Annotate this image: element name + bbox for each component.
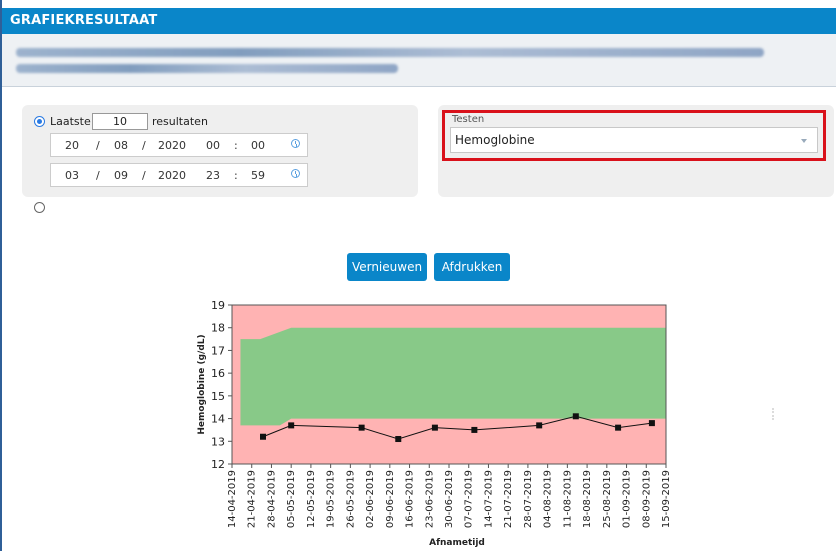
x-tick-label: 14-07-2019 [483, 470, 494, 528]
y-tick-label: 14 [211, 413, 225, 426]
data-point [260, 433, 266, 440]
y-tick-label: 15 [211, 390, 225, 403]
x-axis-label: Afnametijd [429, 538, 485, 548]
y-tick-label: 18 [211, 322, 225, 335]
data-point [431, 424, 438, 431]
data-point [572, 413, 579, 420]
y-tick-label: 13 [211, 435, 225, 448]
reference-range-band [240, 327, 667, 426]
x-tick-label: 11-08-2019 [562, 470, 573, 528]
x-tick-label: 14-04-2019 [227, 470, 238, 528]
x-tick-label: 21-04-2019 [247, 470, 258, 528]
data-point [536, 422, 543, 429]
x-tick-label: 28-04-2019 [266, 470, 277, 528]
y-axis-label: Hemoglobine (g/dL) [197, 334, 207, 434]
data-point [358, 424, 365, 431]
x-tick-label: 23-06-2019 [424, 470, 435, 528]
y-tick-label: 12 [211, 458, 225, 471]
x-tick-label: 26-05-2019 [345, 470, 356, 528]
x-tick-label: 21-07-2019 [503, 470, 514, 528]
y-tick-label: 19 [211, 299, 225, 312]
x-tick-label: 19-05-2019 [326, 470, 337, 528]
x-tick-label: 08-09-2019 [641, 470, 652, 528]
y-tick-label: 17 [211, 344, 225, 357]
x-tick-label: 15-09-2019 [661, 470, 672, 528]
x-tick-label: 16-06-2019 [405, 470, 416, 528]
x-tick-label: 02-06-2019 [365, 470, 376, 528]
y-tick-label: 16 [211, 367, 225, 380]
x-tick-label: 28-07-2019 [523, 470, 534, 528]
x-tick-label: 01-09-2019 [622, 470, 633, 528]
data-point [288, 422, 295, 429]
x-tick-label: 18-08-2019 [582, 470, 593, 528]
data-point [471, 426, 478, 433]
x-tick-label: 05-05-2019 [286, 470, 297, 528]
hemoglobin-chart: 12 13 14 15 16 17 18 19 14-04-2019 21-04-2019 28-… [197, 299, 672, 548]
data-point [615, 424, 622, 431]
x-tick-label: 04-08-2019 [543, 470, 554, 528]
x-tick-label: 12-05-2019 [306, 470, 317, 528]
x-tick-label: 30-06-2019 [444, 470, 455, 528]
x-tick-label: 25-08-2019 [602, 470, 613, 528]
x-tick-label: 07-07-2019 [464, 470, 475, 528]
data-point [648, 420, 655, 427]
data-point [395, 436, 402, 443]
decorative-dots [772, 408, 776, 420]
x-tick-label: 09-06-2019 [385, 470, 396, 528]
